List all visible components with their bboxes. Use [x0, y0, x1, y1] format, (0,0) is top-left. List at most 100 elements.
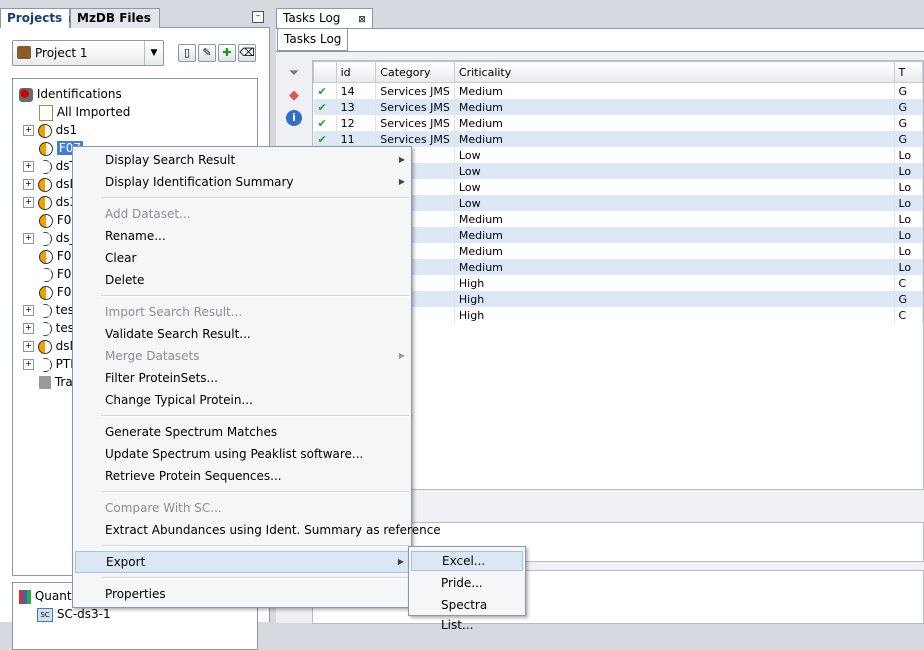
menu-update-spectrum[interactable]: Update Spectrum using Peaklist software.… — [75, 443, 409, 465]
tab-mzdb-files[interactable]: MzDB Files — [70, 8, 160, 29]
criticality-cell: Medium — [454, 243, 895, 259]
tree-root-label: Identifications — [36, 87, 122, 101]
menu-validate-search-result[interactable]: Validate Search Result... — [75, 323, 409, 345]
menu-filter-proteinsets[interactable]: Filter ProteinSets... — [75, 367, 409, 389]
id-cell: 12 — [336, 115, 377, 131]
menu-properties[interactable]: Properties — [75, 583, 409, 605]
brush-icon: ⌫ — [239, 46, 255, 59]
submenu-excel[interactable]: Excel... — [411, 551, 523, 571]
status-cell: ✔ — [313, 131, 337, 147]
minimize-icon[interactable]: – — [252, 11, 264, 23]
criticality-cell: Medium — [454, 82, 895, 99]
table-row[interactable]: ✔ 13 Services JMS Medium G — [313, 99, 923, 115]
expand-icon[interactable]: + — [23, 197, 34, 208]
left-tabstrip: Projects⊠ MzDB Files — [0, 8, 270, 29]
submenu-spectra-list[interactable]: Spectra List... — [411, 595, 523, 632]
menu-display-identification-summary[interactable]: Display Identification Summary ▶ — [75, 171, 409, 193]
chart-icon — [19, 589, 31, 604]
menu-retrieve-protein-sequences[interactable]: Retrieve Protein Sequences... — [75, 465, 409, 487]
dataset-icon — [39, 249, 53, 264]
menu-delete[interactable]: Delete — [75, 269, 409, 291]
tree-item[interactable]: All Imported — [19, 103, 130, 121]
info-icon[interactable]: i — [286, 110, 302, 126]
dataset-icon — [37, 303, 52, 318]
close-icon[interactable]: ⊠ — [358, 15, 366, 25]
table-row[interactable]: ✔ 11 Services JMS Medium G — [313, 131, 923, 147]
table-row[interactable]: ✔ 14 Services JMS Medium G — [313, 82, 923, 99]
tab-projects[interactable]: Projects⊠ — [0, 8, 76, 29]
menu-label: Clear — [105, 251, 137, 265]
table-row[interactable]: ✔ 12 Services JMS Medium G — [313, 115, 923, 131]
menu-label: Change Typical Protein... — [105, 393, 253, 407]
criticality-cell: Medium — [454, 115, 895, 131]
tree-item[interactable]: + ds1 — [19, 121, 130, 139]
expand-icon[interactable]: + — [23, 341, 34, 352]
expand-icon[interactable]: + — [23, 233, 34, 244]
criticality-cell: Medium — [454, 131, 895, 147]
project-select[interactable]: Project 1 ▼ — [12, 40, 164, 66]
dataset-icon — [39, 285, 53, 300]
submenu-pride[interactable]: Pride... — [411, 573, 523, 593]
clear-button[interactable]: ⌫ — [238, 44, 256, 62]
new-document-button[interactable]: ▯ — [178, 44, 196, 62]
criticality-cell: Medium — [454, 99, 895, 115]
menu-label: Rename... — [105, 229, 166, 243]
menu-display-search-result[interactable]: Display Search Result ▶ — [75, 149, 409, 171]
criticality-cell: High — [454, 291, 895, 307]
t-cell: G — [894, 99, 923, 115]
t-cell: G — [894, 291, 923, 307]
menu-clear[interactable]: Clear — [75, 247, 409, 269]
tab-tasks-log-label: Tasks Log — [283, 11, 341, 25]
menu-label: Display Identification Summary — [105, 175, 294, 189]
id-cell: 11 — [336, 131, 377, 147]
criticality-cell: Medium — [454, 259, 895, 275]
id-header[interactable]: id — [335, 61, 377, 83]
t-cell: Lo — [894, 259, 923, 275]
inner-tab-tasks-log[interactable]: Tasks Log — [277, 29, 349, 51]
expand-icon[interactable]: + — [23, 305, 34, 316]
expand-icon[interactable]: + — [23, 161, 34, 172]
context-menu: Display Search Result ▶ Display Identifi… — [72, 146, 441, 608]
menu-label: Merge Datasets — [105, 349, 200, 363]
t-cell: Lo — [894, 243, 923, 259]
menu-separator — [101, 577, 409, 579]
add-button[interactable]: ✚ — [218, 44, 236, 62]
document-icon — [39, 104, 53, 121]
tree-root[interactable]: Identifications — [19, 85, 130, 103]
criticality-cell: Medium — [454, 211, 895, 227]
menu-import-search-result: Import Search Result... — [75, 301, 409, 323]
expand-icon[interactable]: + — [23, 323, 34, 334]
menu-extract-abundances[interactable]: Extract Abundances using Ident. Summary … — [75, 519, 441, 541]
document-icon: ▯ — [183, 46, 191, 59]
tab-tasks-log[interactable]: Tasks Log ⊠ — [276, 8, 373, 29]
briefcase-icon — [17, 46, 31, 59]
tree-item-label: Tra — [54, 375, 73, 389]
edit-button[interactable]: ✎ — [198, 44, 216, 62]
menu-label: Update Spectrum using Peaklist software.… — [105, 447, 364, 461]
dataset-icon — [37, 321, 52, 336]
menu-rename[interactable]: Rename... — [75, 225, 409, 247]
menu-label: Delete — [105, 273, 145, 287]
expand-icon[interactable]: + — [23, 179, 34, 190]
chevron-down-icon[interactable]: ▼ — [144, 41, 163, 65]
menu-label: Extract Abundances using Ident. Summary … — [105, 523, 441, 537]
category-header[interactable]: Category — [375, 61, 455, 83]
t-cell: C — [894, 307, 923, 323]
dataset-icon — [39, 213, 53, 228]
menu-separator — [101, 415, 409, 417]
menu-label: Validate Search Result... — [105, 327, 251, 341]
t-header[interactable]: T — [893, 61, 923, 83]
quant-root[interactable]: Quanti — [19, 587, 75, 605]
submenu-arrow-icon: ▶ — [398, 155, 405, 164]
menu-export[interactable]: Export ▶ — [75, 551, 409, 573]
menu-generate-spectrum-matches[interactable]: Generate Spectrum Matches — [75, 421, 409, 443]
status-header[interactable] — [313, 61, 337, 83]
expand-icon[interactable]: + — [23, 359, 34, 370]
id-cell: 14 — [336, 82, 377, 99]
menu-change-typical-protein[interactable]: Change Typical Protein... — [75, 389, 409, 411]
criticality-header[interactable]: Criticality — [453, 61, 895, 83]
plus-icon: ✚ — [222, 46, 232, 59]
eraser-icon[interactable]: ◆ — [286, 88, 302, 104]
expand-icon[interactable]: + — [23, 125, 34, 136]
funnel-icon[interactable]: ⏷ — [286, 66, 302, 82]
